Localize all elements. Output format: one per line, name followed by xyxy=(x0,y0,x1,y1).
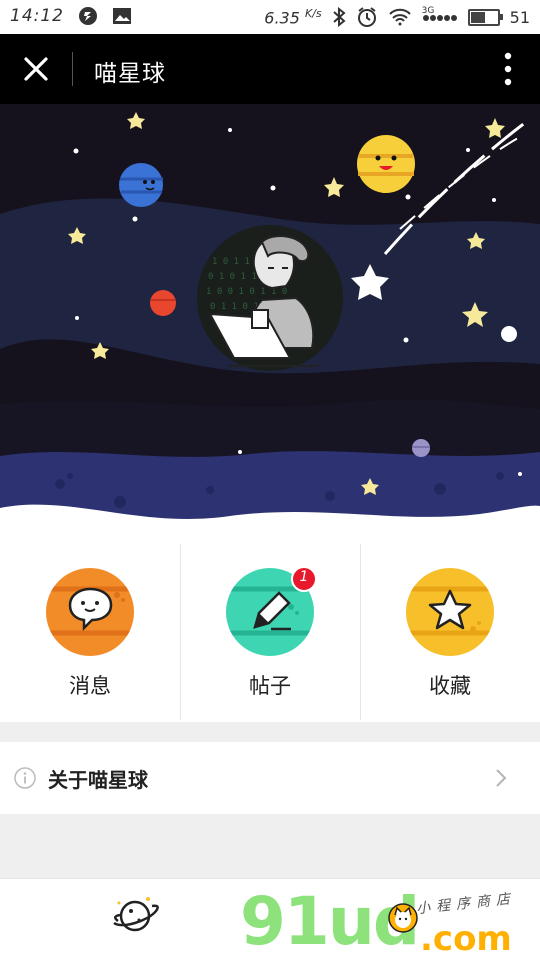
planet-icon[interactable] xyxy=(110,893,160,939)
menu-label-messages: 消息 xyxy=(69,674,111,698)
watermark-suffix: .com xyxy=(420,919,512,959)
net-speed: 6.35 xyxy=(264,8,300,28)
wifi-icon xyxy=(388,8,411,26)
net-speed-unit: K/s xyxy=(304,6,322,20)
menu-label-favorites: 收藏 xyxy=(429,674,471,698)
battery-icon xyxy=(467,8,503,26)
menu-grid: 消息 1 帖子 收藏 xyxy=(0,534,540,722)
header-divider xyxy=(72,52,73,86)
screen: 14:12 6.35 K/s 3G 51 喵星球 1 0 1 1 0 0 1 0… xyxy=(0,0,540,960)
menu-item-favorites[interactable]: 收藏 xyxy=(360,534,540,722)
watermark: 91ud 小程序商店 .com xyxy=(240,883,530,960)
status-time: 14:12 xyxy=(10,6,64,26)
close-icon[interactable] xyxy=(18,51,54,87)
hero-banner: 1 0 1 1 0 0 1 0 1 0 1 1 0 1 0 1 0 0 1 0 … xyxy=(0,104,540,534)
menu-label-posts: 帖子 xyxy=(249,674,291,698)
about-label: 关于喵星球 xyxy=(48,768,148,792)
battery-fill xyxy=(470,11,485,23)
info-icon xyxy=(14,767,36,789)
notification-app-icon xyxy=(79,7,97,25)
menu-item-messages[interactable]: 消息 xyxy=(0,534,180,722)
watermark-tagline: 小程序商店 xyxy=(415,890,517,918)
bluetooth-icon xyxy=(332,7,346,27)
about-row[interactable]: 关于喵星球 xyxy=(0,742,540,814)
notification-badge-count: 1 xyxy=(299,569,309,585)
cat-logo-icon xyxy=(388,903,418,933)
chat-bubble-icon xyxy=(46,568,134,656)
tab-bar: 91ud 小程序商店 .com xyxy=(0,878,540,960)
signal-label: 3G xyxy=(421,6,435,16)
battery-level: 51 xyxy=(509,7,530,27)
star-icon xyxy=(406,568,494,656)
page-title: 喵星球 xyxy=(94,61,166,87)
chevron-right-icon xyxy=(496,769,507,787)
space-illustration: 1 0 1 1 0 0 1 0 1 0 1 1 0 1 0 1 0 0 1 0 … xyxy=(0,104,540,534)
alarm-icon xyxy=(357,7,376,27)
menu-item-posts[interactable]: 1 帖子 xyxy=(180,534,360,722)
more-vertical-icon[interactable] xyxy=(498,50,518,88)
app-header: 喵星球 xyxy=(0,34,540,104)
image-notification-icon xyxy=(113,8,131,24)
status-bar: 14:12 6.35 K/s 3G 51 xyxy=(0,0,540,34)
